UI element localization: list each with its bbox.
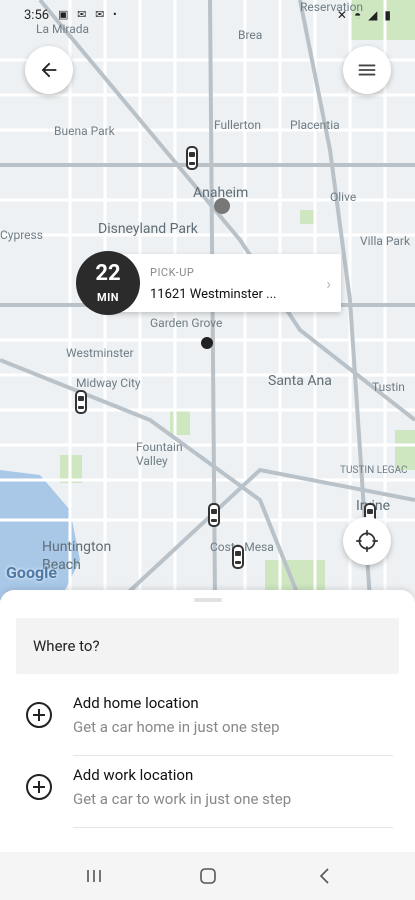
place-anaheim: Anaheim (193, 185, 249, 201)
car-icon (186, 146, 198, 170)
bottom-sheet: Where to? Add home location Get a car ho… (0, 590, 415, 852)
work-subtitle: Get a car to work in just one step (73, 790, 292, 808)
status-system-icons: ✕ ◓ ◢ ▮ (336, 8, 393, 22)
place-tustin: Tustin (372, 380, 405, 394)
pickup-marker[interactable]: PICK-UP 11621 Westminster ... › 22 MIN (76, 251, 342, 315)
divider (73, 827, 393, 828)
back-nav-button[interactable] (313, 864, 337, 888)
my-location-button[interactable] (343, 517, 391, 565)
place-disneyland-park: Disneyland Park (98, 221, 198, 237)
recents-icon (87, 870, 101, 882)
place-fullerton: Fullerton (214, 118, 261, 132)
add-icon (26, 774, 52, 800)
add-home-location[interactable]: Add home location Get a car home in just… (0, 684, 415, 756)
pickup-address: 11621 Westminster ... (150, 287, 277, 302)
chevron-left-icon (319, 868, 329, 884)
crosshair-icon (356, 530, 378, 552)
back-button[interactable] (25, 46, 73, 94)
recent-apps-button[interactable] (82, 864, 106, 888)
add-work-location[interactable]: Add work location Get a car to work in j… (0, 756, 415, 828)
status-bar: 3:56 ▣ ✉ ✉ • ✕ ◓ ◢ ▮ (0, 0, 415, 32)
menu-button[interactable] (343, 46, 391, 94)
chevron-right-icon: › (326, 274, 331, 293)
eta-value: 22 (95, 261, 121, 286)
home-title: Add home location (73, 694, 199, 712)
home-subtitle: Get a car home in just one step (73, 718, 280, 736)
where-to-search[interactable]: Where to? (16, 618, 399, 674)
system-nav-bar (0, 852, 415, 900)
place-villa-park: Villa Park (360, 234, 411, 248)
place-tustin-legacy: TUSTIN LEGAC (340, 465, 408, 476)
sheet-handle[interactable] (194, 598, 222, 602)
work-title: Add work location (73, 766, 194, 784)
car-icon (75, 390, 87, 414)
menu-icon (358, 64, 376, 76)
place-fountain-valley: Fountain Valley (136, 440, 183, 468)
home-icon (200, 868, 216, 884)
place-midway-city: Midway City (76, 376, 141, 390)
place-buena-park: Buena Park (54, 124, 115, 138)
where-to-label: Where to? (33, 637, 100, 655)
google-logo: Google (6, 563, 57, 582)
status-time: 3:56 (24, 8, 50, 23)
eta-unit: MIN (96, 291, 120, 304)
place-placentia: Placentia (290, 118, 340, 132)
car-icon (208, 503, 220, 527)
place-westminster: Westminster (66, 346, 134, 360)
home-button[interactable] (196, 864, 220, 888)
arrow-left-icon (41, 62, 57, 78)
place-huntington-beach: Huntington Beach (42, 539, 112, 573)
car-icon (232, 545, 244, 569)
add-icon (26, 702, 52, 728)
pickup-label: PICK-UP (150, 266, 195, 279)
status-notification-icons: ▣ ✉ ✉ • (58, 8, 120, 21)
place-olive: Olive (330, 190, 357, 204)
place-garden-grove: Garden Grove (150, 316, 223, 330)
eta-badge: 22 MIN (76, 251, 140, 315)
place-cypress: Cypress (0, 228, 43, 242)
place-santa-ana: Santa Ana (268, 373, 332, 389)
